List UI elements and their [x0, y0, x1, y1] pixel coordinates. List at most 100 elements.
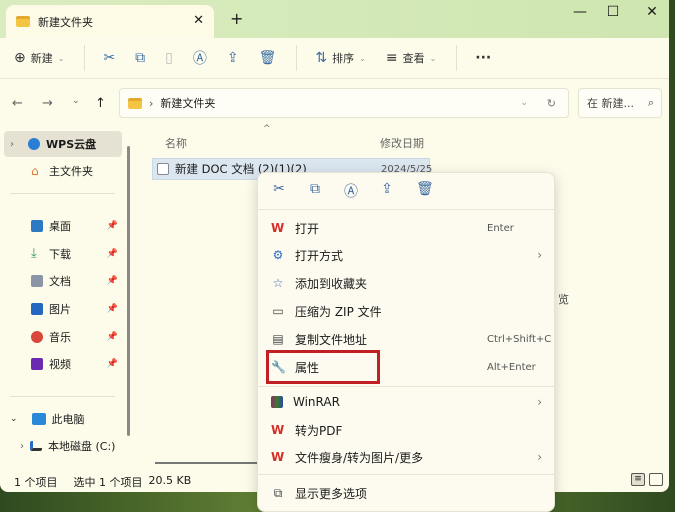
menu-label: WinRAR — [293, 395, 340, 409]
pin-icon[interactable]: 📌 — [107, 276, 118, 286]
chevron-right-icon: › — [537, 395, 542, 409]
sidebar-scrollbar[interactable] — [127, 146, 130, 436]
menu-item-wps-more[interactable]: W 文件瘦身/转为图片/更多 › — [262, 444, 552, 470]
menu-item-add-favorite[interactable]: ☆ 添加到收藏夹 — [262, 270, 552, 296]
back-arrow-icon[interactable]: ← — [12, 96, 23, 111]
sidebar-item-downloads[interactable]: ⤓ 下载 📌 — [4, 241, 122, 267]
recent-chevron-icon[interactable]: ⌄ — [72, 96, 80, 106]
drive-icon — [30, 441, 42, 451]
column-header-name[interactable]: 名称 — [165, 135, 187, 151]
tab-close-button[interactable]: ✕ — [193, 13, 204, 28]
new-tab-button[interactable]: + — [230, 9, 243, 28]
context-menu: ✂ ⧉ Ⓐ ⇪ 🗑 W 打开 Enter ⚙ 打开方式 › ☆ 添加到收藏夹 ▭ 压缩为 Z… — [257, 172, 555, 512]
chevron-down-icon: ⌄ — [359, 53, 366, 63]
sidebar-item-documents[interactable]: 文档 📌 — [4, 268, 122, 294]
selected-size: 20.5 KB — [148, 474, 192, 487]
pin-icon[interactable]: 📌 — [107, 304, 118, 314]
address-bar[interactable]: › 新建文件夹 ⌄ ↻ — [119, 88, 569, 118]
highlight-box-properties — [266, 350, 380, 384]
menu-item-open[interactable]: W 打开 Enter — [262, 215, 552, 241]
sidebar-item-desktop[interactable]: 桌面 📌 — [4, 213, 122, 239]
menu-item-compress-zip[interactable]: ▭ 压缩为 ZIP 文件 — [262, 298, 552, 324]
selected-count: 选中 1 个项目 — [73, 476, 143, 489]
refresh-icon[interactable]: ↻ — [547, 97, 556, 110]
tab-new-folder[interactable]: 新建文件夹 ✕ — [6, 5, 214, 38]
sidebar-item-pictures[interactable]: 图片 📌 — [4, 296, 122, 322]
doc-file-icon — [157, 163, 169, 175]
divider — [10, 193, 115, 194]
sidebar-item-wps-cloud[interactable]: › WPS云盘 — [4, 131, 122, 157]
wps-icon: W — [271, 221, 285, 235]
rename-icon[interactable]: Ⓐ — [344, 181, 358, 201]
pin-icon[interactable]: 📌 — [107, 359, 118, 369]
column-header-date[interactable]: 修改日期 — [380, 135, 424, 151]
menu-label: 打开 — [295, 221, 320, 236]
rename-icon: Ⓐ — [192, 51, 207, 67]
sort-button[interactable]: ⇅ 排序 ⌄ — [315, 50, 365, 66]
menu-item-open-with[interactable]: ⚙ 打开方式 › — [262, 242, 552, 268]
divider — [84, 45, 86, 71]
sidebar-item-videos[interactable]: 视频 📌 — [4, 351, 122, 377]
chevron-right-icon: › — [20, 440, 24, 452]
clipboard-icon: ▯ — [165, 50, 173, 66]
menu-item-copy-path[interactable]: ▤ 复制文件地址 Ctrl+Shift+C — [262, 326, 552, 352]
divider — [258, 386, 554, 387]
maximize-button[interactable]: ☐ — [598, 4, 628, 20]
sidebar-item-this-pc[interactable]: ⌄ 此电脑 — [4, 406, 122, 432]
chevron-right-icon: › — [537, 248, 542, 262]
empty-area-text: 览 — [558, 293, 569, 306]
sidebar-item-home[interactable]: ⌂ 主文件夹 — [4, 158, 122, 184]
delete-button[interactable]: 🗑 — [259, 50, 277, 66]
rename-button[interactable]: Ⓐ — [193, 48, 207, 68]
more-button[interactable]: ··· — [475, 50, 491, 66]
trash-icon[interactable]: 🗑 — [416, 181, 434, 201]
zip-icon: ▭ — [272, 304, 284, 318]
pin-icon[interactable]: 📌 — [107, 249, 118, 259]
chevron-right-icon: › — [10, 138, 14, 150]
tiles-view-button[interactable] — [649, 473, 663, 486]
menu-item-show-more-options[interactable]: ⧉ 显示更多选项 — [262, 480, 552, 506]
share-button[interactable]: ⇪ — [227, 50, 239, 66]
list-icon: ≡ — [385, 50, 398, 66]
details-view-button[interactable]: ≡ — [631, 473, 645, 486]
sidebar-label: 文档 — [49, 275, 71, 288]
minimize-button[interactable]: — — [565, 4, 595, 20]
breadcrumb-path[interactable]: 新建文件夹 — [160, 95, 215, 111]
menu-label: 打开方式 — [295, 248, 344, 263]
menu-label: 复制文件地址 — [295, 332, 368, 347]
title-bar: 新建文件夹 ✕ + — ☐ ✕ — [0, 0, 669, 38]
menu-item-winrar[interactable]: WinRAR › — [262, 389, 552, 415]
forward-arrow-icon[interactable]: → — [42, 96, 53, 111]
pin-icon[interactable]: 📌 — [107, 332, 118, 342]
wps-icon: W — [271, 450, 285, 464]
pin-icon[interactable]: 📌 — [107, 221, 118, 231]
cut-icon[interactable]: ✂ — [272, 181, 286, 201]
search-icon: ⌕ — [647, 96, 654, 109]
copy-button[interactable]: ⧉ — [135, 50, 145, 66]
chevron-right-icon: › — [537, 450, 542, 464]
paste-button[interactable]: ▯ — [165, 50, 173, 66]
sidebar-item-music[interactable]: 音乐 📌 — [4, 324, 122, 350]
close-window-button[interactable]: ✕ — [637, 4, 667, 20]
up-arrow-icon[interactable]: ↑ — [95, 96, 106, 111]
menu-item-convert-pdf[interactable]: W 转为PDF — [262, 417, 552, 443]
cut-button[interactable]: ✂ — [103, 50, 115, 66]
folder-icon — [16, 16, 30, 27]
address-dropdown-icon[interactable]: ⌄ — [520, 98, 528, 108]
share-icon[interactable]: ⇪ — [380, 181, 394, 201]
sidebar-item-local-disk[interactable]: › 本地磁盘 (C:) — [4, 433, 122, 459]
sidebar-label: 下载 — [49, 248, 71, 261]
new-button[interactable]: ⊕ 新建 ⌄ — [14, 50, 64, 66]
folder-icon — [128, 97, 142, 109]
search-input[interactable]: 在 新建... ⌕ — [578, 88, 662, 118]
horizontal-scrollbar[interactable] — [155, 462, 260, 464]
copy-icon[interactable]: ⧉ — [308, 181, 322, 201]
divider — [258, 474, 554, 475]
more-icon: ··· — [475, 50, 492, 66]
shortcut: Enter — [487, 222, 514, 234]
sort-icon: ⇅ — [315, 50, 328, 66]
menu-label: 添加到收藏夹 — [295, 276, 368, 291]
view-button[interactable]: ≡ 查看 ⌄ — [386, 50, 436, 66]
command-bar: ⊕ 新建 ⌄ ✂ ⧉ ▯ Ⓐ ⇪ 🗑 ⇅ 排序 ⌄ ≡ 查看 ⌄ ··· — [0, 38, 669, 79]
menu-label: 转为PDF — [295, 423, 343, 438]
